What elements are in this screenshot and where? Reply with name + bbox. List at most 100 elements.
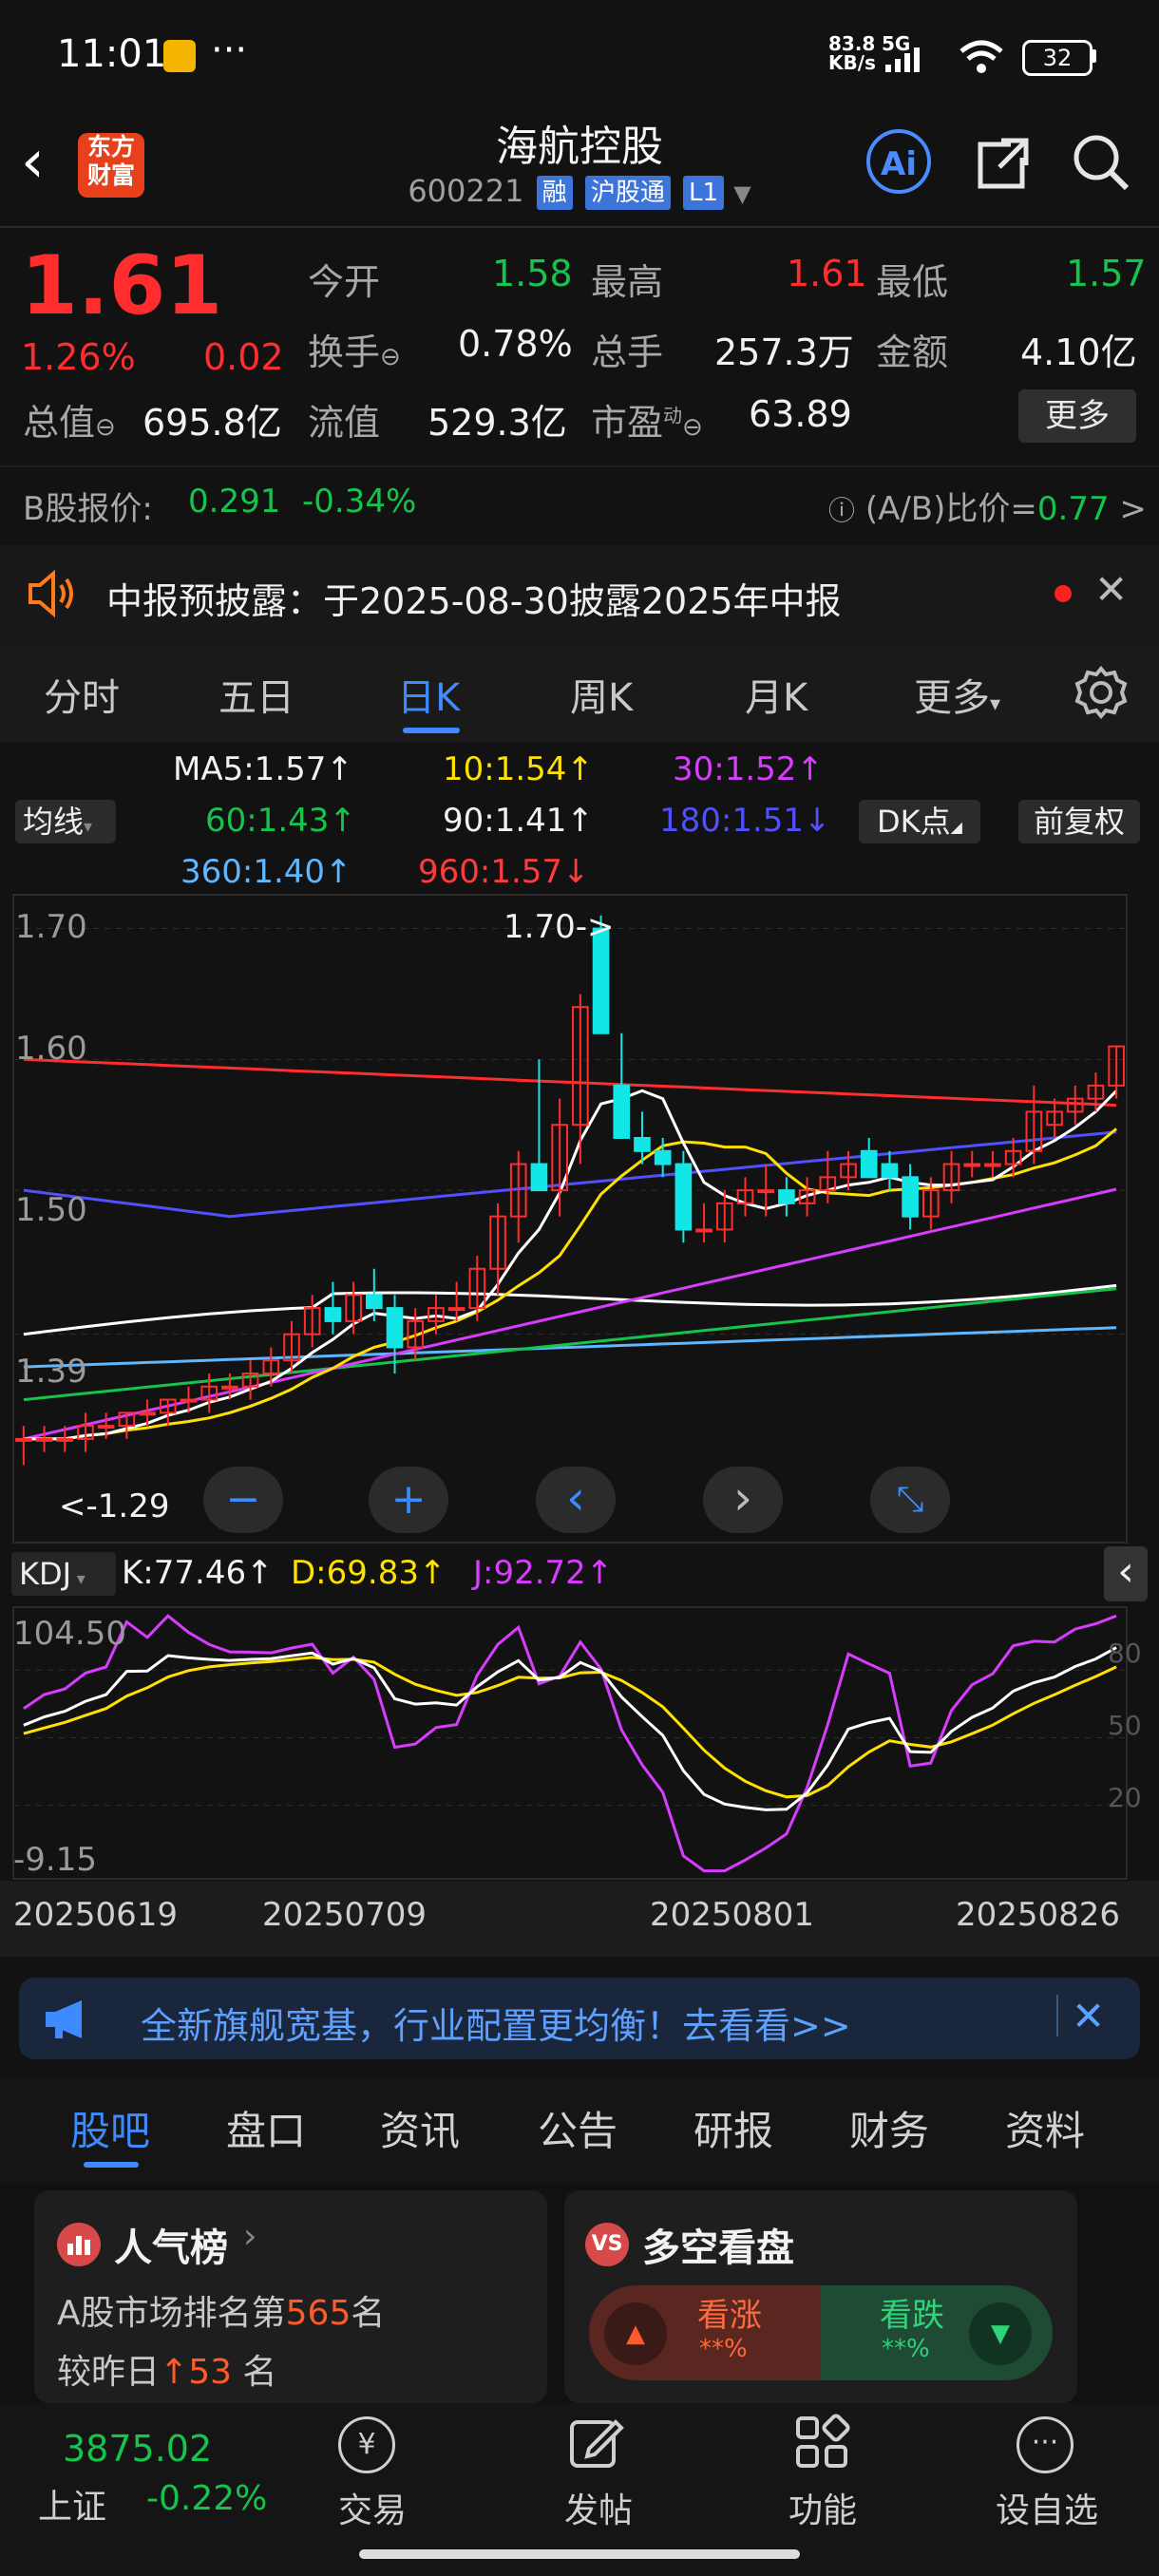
ma5-line	[23, 1089, 1118, 1441]
x-tick-4: 20250826	[956, 1896, 1121, 1934]
scroll-left-button[interactable]: ‹	[536, 1467, 616, 1533]
kdj-level-50: 50	[1108, 1710, 1142, 1741]
candle-body	[757, 1189, 774, 1194]
candle-body	[984, 1163, 1001, 1167]
candle-body	[778, 1189, 795, 1204]
b-share-label: B股报价:	[23, 490, 153, 528]
scroll-right-button[interactable]: ›	[703, 1467, 783, 1533]
indicator-selector[interactable]: KDJ ▾	[11, 1552, 116, 1596]
signal-icon	[885, 47, 920, 72]
more-button[interactable]: 更多	[1018, 389, 1136, 443]
tab-five-day[interactable]: 五日	[218, 667, 294, 722]
ai-assistant-icon[interactable]: Ai	[866, 129, 931, 194]
versus-icon: VS	[585, 2223, 629, 2266]
battery-tip	[1092, 49, 1096, 63]
banner-divider	[1056, 1995, 1058, 2036]
candle-body	[221, 1385, 238, 1390]
grid-functions-icon[interactable]	[792, 2413, 853, 2473]
x-tick-2: 20250709	[262, 1896, 428, 1934]
kdj-frame	[12, 1606, 1128, 1880]
tab-more[interactable]: 更多▾	[914, 667, 1000, 722]
turnover-label: 换手⊖	[308, 331, 401, 373]
kdj-level-20: 20	[1108, 1782, 1142, 1813]
low-value: 1.57	[1066, 253, 1147, 294]
tab-announcements[interactable]: 公告	[538, 2099, 618, 2157]
speaker-icon	[28, 570, 73, 617]
candle-body	[447, 1307, 466, 1312]
candle-body	[97, 1425, 115, 1430]
mktcap-label: 总值⊖	[23, 402, 116, 444]
ab-ratio[interactable]: ⓘ (A/B)比价=0.77 >	[828, 483, 1147, 529]
kdj-level-80: 80	[1108, 1638, 1142, 1669]
index-name[interactable]: 上证	[38, 2479, 106, 2529]
candle-body	[902, 1176, 919, 1218]
edit-post-icon[interactable]	[566, 2413, 627, 2473]
ma10-line	[23, 1127, 1118, 1441]
x-tick-3: 20250801	[650, 1896, 815, 1934]
candlestick-chart[interactable]	[0, 893, 1159, 1548]
search-icon[interactable]	[1070, 131, 1132, 194]
kdj-j-value: J:92.72↑	[473, 1554, 614, 1592]
settings-gear-icon[interactable]	[1074, 665, 1129, 720]
tab-order-book[interactable]: 盘口	[226, 2099, 306, 2157]
info-icon: ⊖	[95, 413, 116, 442]
nav-functions[interactable]: 功能	[788, 2483, 857, 2532]
banner-text: 全新旗舰宽基，行业配置更均衡！去看看>>	[141, 2005, 851, 2047]
low-label: 最低	[876, 261, 949, 303]
candle-body	[613, 1084, 631, 1139]
ma90-line	[23, 1283, 1117, 1336]
dk-point-button[interactable]: DK点◢	[859, 800, 980, 843]
ma-selector[interactable]: 均线▾	[15, 800, 116, 843]
change-percent: 1.26%	[21, 336, 136, 378]
info-icon: ⊖	[380, 343, 401, 371]
expand-icon: ⤡	[896, 1480, 924, 1519]
tab-daily-k[interactable]: 日K	[397, 667, 460, 722]
tab-intraday[interactable]: 分时	[44, 667, 120, 722]
index-change[interactable]: -0.22%	[146, 2479, 267, 2518]
max-price-label: 1.70->	[504, 908, 615, 946]
tab-monthly-k[interactable]: 月K	[745, 667, 808, 722]
volume-label: 总手	[591, 331, 664, 373]
fullscreen-button[interactable]: ⤡	[870, 1467, 950, 1533]
volume-value: 257.3万	[714, 331, 854, 373]
share-icon[interactable]	[973, 133, 1034, 194]
vote-down-button[interactable]: ▼	[969, 2302, 1032, 2365]
more-options-icon[interactable]: ···	[1016, 2416, 1074, 2473]
adjustment-button[interactable]: 前复权	[1018, 800, 1140, 843]
kdj-chart[interactable]	[0, 1605, 1159, 1890]
more-notifications-icon: ···	[211, 28, 248, 72]
candle-body	[695, 1228, 712, 1233]
sentiment-title: 多空看盘	[642, 2226, 794, 2270]
tab-profile[interactable]: 资料	[1005, 2099, 1085, 2157]
vote-up-button[interactable]: ▲	[604, 2302, 667, 2365]
yen-icon[interactable]: ¥	[338, 2416, 395, 2473]
zoom-in-button[interactable]: +	[369, 1467, 448, 1533]
tab-financials[interactable]: 财务	[849, 2099, 929, 2157]
tab-research[interactable]: 研报	[694, 2099, 773, 2157]
close-icon[interactable]: ✕	[1094, 566, 1128, 613]
candle-body	[180, 1398, 198, 1403]
nav-post[interactable]: 发帖	[564, 2483, 633, 2532]
home-indicator[interactable]	[359, 2549, 800, 2559]
collapse-panel-icon[interactable]: ‹	[1104, 1546, 1148, 1601]
candle-body	[674, 1163, 693, 1231]
tab-weekly-k[interactable]: 周K	[570, 667, 633, 722]
kdj-k-value: K:77.46↑	[122, 1554, 274, 1592]
tab-news[interactable]: 资讯	[380, 2099, 460, 2157]
divider	[0, 226, 1159, 228]
zoom-out-button[interactable]: −	[203, 1467, 283, 1533]
badge-margin: 融	[536, 176, 573, 210]
chevron-right-icon: ›	[243, 2217, 257, 2256]
ma60-legend: 60:1.43↑	[205, 802, 356, 840]
tab-forum[interactable]: 股吧	[70, 2099, 150, 2157]
dropdown-icon: ▼	[733, 180, 751, 207]
mktcap-value: 695.8亿	[142, 402, 282, 444]
nav-add-watchlist[interactable]: 设自选	[996, 2483, 1098, 2532]
index-value[interactable]: 3875.02	[63, 2428, 212, 2470]
candle-body	[860, 1149, 878, 1179]
bullish-label: 看涨	[697, 2297, 762, 2335]
nav-trade[interactable]: 交易	[338, 2483, 407, 2532]
chart-frame	[12, 894, 1128, 1544]
kdj-d-line	[23, 1656, 1117, 1799]
banner-close-icon[interactable]: ✕	[1072, 1993, 1105, 2039]
